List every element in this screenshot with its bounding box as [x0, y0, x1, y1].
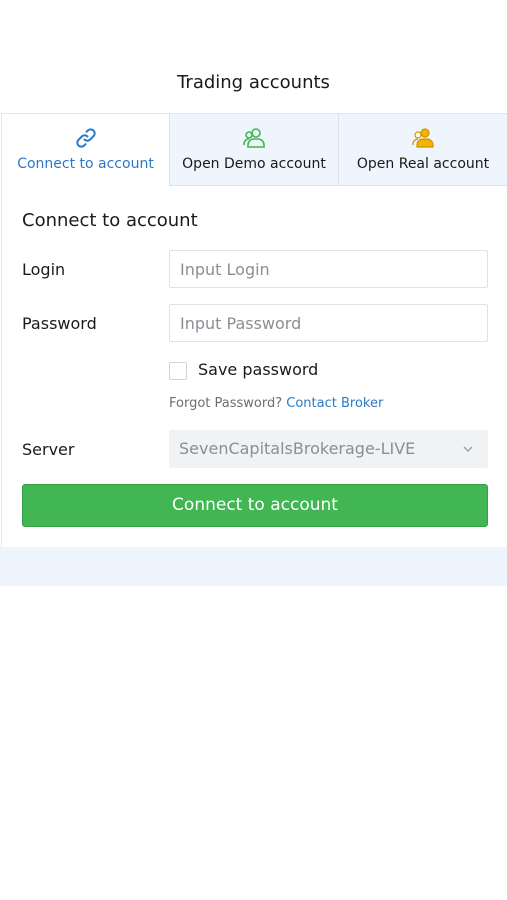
tab-open-demo-account[interactable]: Open Demo account — [169, 114, 338, 186]
link-icon — [75, 128, 96, 148]
contact-broker-link[interactable]: Contact Broker — [286, 396, 383, 411]
server-select[interactable]: SevenCapitalsBrokerage-LIVE — [169, 430, 488, 468]
save-password-checkbox[interactable] — [169, 362, 187, 380]
form-title: Connect to account — [22, 210, 198, 231]
account-dialog: Connect to account Open Demo account Ope… — [1, 113, 507, 547]
password-label: Password — [22, 314, 97, 333]
tab-open-real-account[interactable]: Open Real account — [338, 114, 507, 186]
forgot-password-text: Forgot Password? Contact Broker — [169, 396, 383, 411]
tab-label: Open Real account — [356, 156, 490, 172]
dialog-footer-band — [0, 547, 507, 586]
forgot-password-label: Forgot Password? — [169, 396, 283, 411]
password-input[interactable] — [169, 304, 488, 342]
users-icon — [243, 128, 265, 148]
tab-label: Open Demo account — [182, 156, 326, 172]
tab-bar: Connect to account Open Demo account Ope… — [2, 114, 507, 186]
chevron-down-icon — [463, 446, 473, 452]
page-title: Trading accounts — [177, 72, 330, 93]
tab-label: Connect to account — [17, 156, 154, 172]
login-label: Login — [22, 260, 66, 279]
save-password-label[interactable]: Save password — [198, 360, 318, 379]
users-icon — [412, 128, 434, 148]
server-value: SevenCapitalsBrokerage-LIVE — [179, 439, 416, 458]
login-input[interactable] — [169, 250, 488, 288]
trading-accounts-page: Trading accounts Connect to account Open… — [0, 0, 507, 900]
server-label: Server — [22, 440, 75, 459]
connect-button[interactable]: Connect to account — [22, 484, 488, 527]
tab-connect-to-account[interactable]: Connect to account — [2, 114, 169, 186]
